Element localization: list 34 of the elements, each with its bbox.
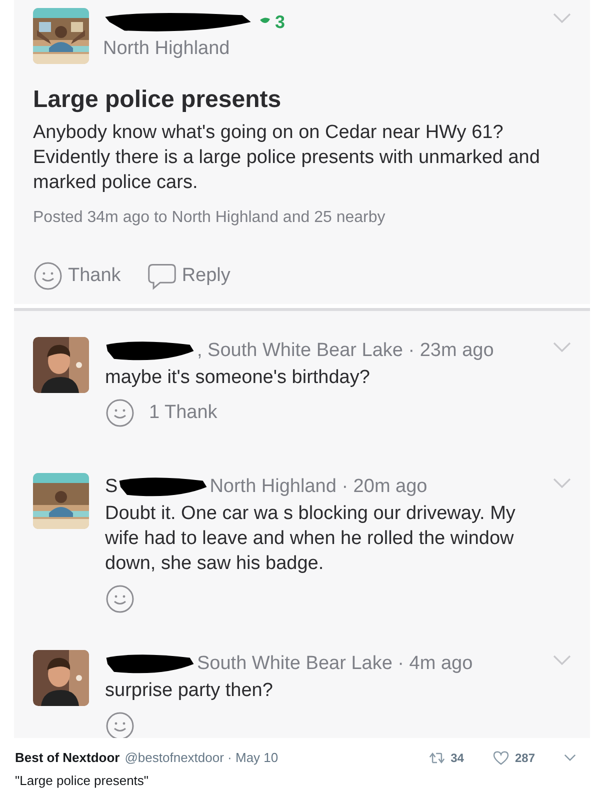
tweet-text: "Large police presents" (15, 773, 150, 788)
comment-text: Doubt it. One car wa s blocking our driveway. My wife had to leave and when he rolled the window down, she saw his badge. (105, 502, 516, 576)
post-body: Anybody know what's going on on Cedar near HWy 61? Evidently there is a large police presents with unmarked and marked police cars. (33, 121, 541, 195)
speech-bubble-icon (146, 261, 177, 291)
comment-text: surprise party then? (105, 679, 274, 703)
tweet-handle: @bestofnextdoor · May 10 (124, 750, 278, 765)
chevron-down-icon[interactable] (552, 341, 572, 353)
thank-button[interactable]: 1 Thank (105, 398, 218, 428)
chevron-down-icon[interactable] (552, 477, 572, 489)
comment-meta: , South White Bear Lake · 23m ago (197, 340, 494, 362)
author-name: S (105, 476, 118, 498)
smiley-icon (33, 261, 63, 291)
heart-icon (492, 750, 509, 764)
thank-button[interactable] (105, 584, 135, 614)
reply-button[interactable]: Reply (146, 261, 230, 291)
retweet-button[interactable]: 34 (428, 750, 464, 764)
thank-button[interactable]: Thank (33, 261, 121, 291)
neighborhood-name: North Highland (103, 38, 231, 60)
thank-button[interactable] (105, 711, 135, 738)
smiley-icon (105, 711, 135, 738)
comment-meta: South White Bear Lake · 4m ago (197, 653, 473, 675)
retweet-icon (428, 750, 445, 764)
smiley-icon (105, 398, 135, 428)
posted-info: Posted 34m ago to North Highland and 25 nearby (33, 209, 386, 227)
comment-text: maybe it's someone's birthday? (105, 366, 371, 390)
neighbor-count: 3 (275, 12, 286, 32)
post-title: Large police presents (33, 86, 282, 114)
tweet-author[interactable]: Best of Nextdoor (15, 750, 120, 765)
chevron-down-icon[interactable] (564, 754, 576, 761)
like-button[interactable]: 287 (492, 750, 535, 764)
smiley-icon (105, 584, 135, 614)
chevron-down-icon[interactable] (552, 12, 572, 24)
chevron-down-icon[interactable] (552, 654, 572, 666)
comment-meta: North Highland · 20m ago (210, 476, 428, 498)
